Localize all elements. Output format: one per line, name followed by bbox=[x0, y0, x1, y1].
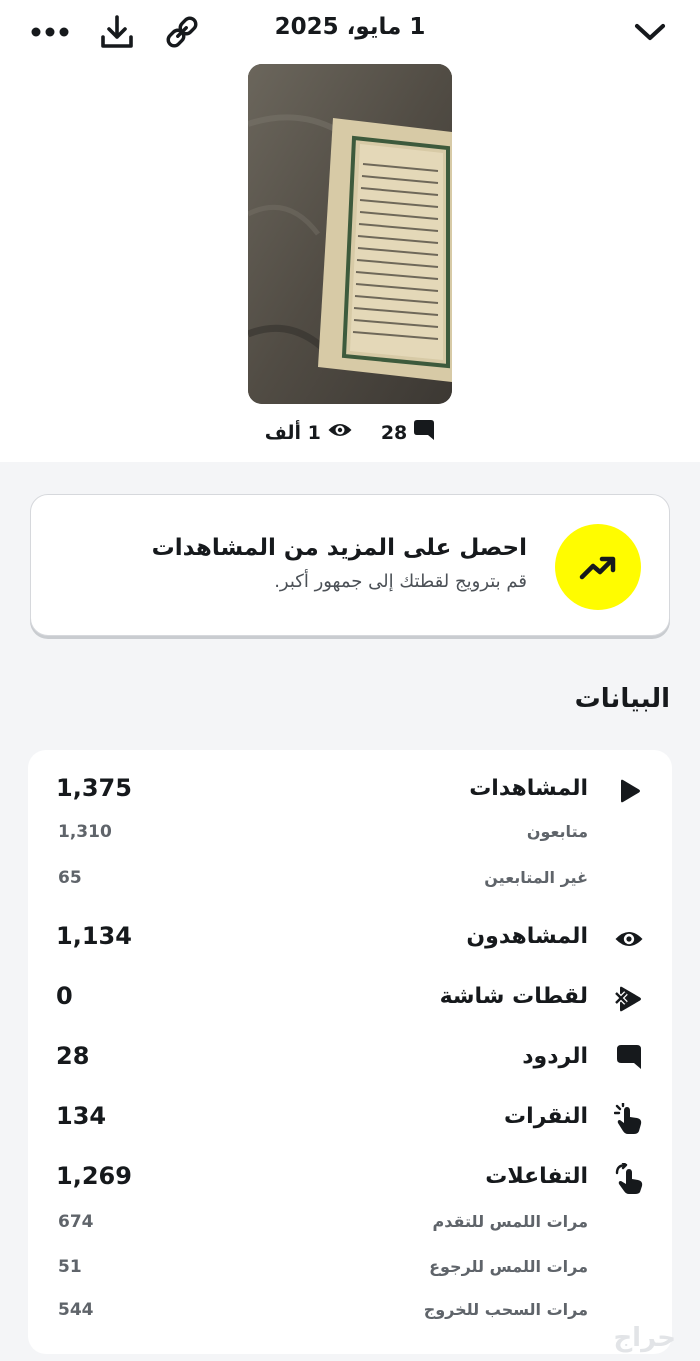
swipe-out-label: مرات السحب للخروج bbox=[423, 1300, 588, 1319]
views-stat: 1 ألف bbox=[265, 419, 353, 446]
interactions-label: التفاعلات bbox=[485, 1164, 588, 1189]
non-followers-label: غير المتابعين bbox=[484, 868, 588, 887]
views-value: 1,375 bbox=[56, 774, 132, 802]
followers-label: متابعون bbox=[526, 822, 588, 841]
snap-date: 1 مايو، 2025 bbox=[274, 14, 426, 40]
tap-forward-value: 674 bbox=[58, 1212, 94, 1232]
taps-value: 134 bbox=[56, 1102, 107, 1130]
tap-forward-label: مرات اللمس للتقدم bbox=[432, 1212, 588, 1231]
non-followers-value: 65 bbox=[58, 868, 82, 888]
tap-back-value: 51 bbox=[58, 1257, 82, 1277]
tap-back-label: مرات اللمس للرجوع bbox=[429, 1257, 588, 1276]
chevron-down-icon[interactable] bbox=[628, 10, 672, 54]
snap-thumbnail[interactable] bbox=[248, 64, 452, 404]
followers-value: 1,310 bbox=[58, 822, 112, 842]
views-count: 1 ألف bbox=[264, 421, 321, 444]
promote-title: احصل على المزيد من المشاهدات bbox=[151, 535, 527, 561]
eye-icon bbox=[614, 924, 644, 954]
chat-icon bbox=[413, 418, 435, 447]
interactions-value: 1,269 bbox=[56, 1162, 132, 1190]
play-icon bbox=[614, 776, 644, 806]
tap-hand-icon bbox=[614, 1103, 644, 1134]
screenshots-value: 0 bbox=[56, 982, 73, 1010]
screenshots-label: لقطات شاشة bbox=[439, 984, 588, 1009]
replies-count: 28 bbox=[380, 421, 408, 444]
views-label: المشاهدات bbox=[469, 776, 588, 801]
snap-header-area: 1 مايو، 2025 1 ألف 28 bbox=[0, 0, 700, 462]
trending-up-icon bbox=[555, 524, 641, 610]
promote-card[interactable]: احصل على المزيد من المشاهدات قم بترويج ل… bbox=[30, 494, 670, 636]
top-toolbar: 1 مايو، 2025 bbox=[0, 0, 700, 64]
swipe-hand-icon bbox=[614, 1163, 644, 1194]
screenshot-icon bbox=[614, 984, 644, 1014]
viewers-value: 1,134 bbox=[56, 922, 132, 950]
promote-subtitle: قم بترويج لقطتك إلى جمهور أكبر. bbox=[274, 571, 527, 592]
swipe-out-value: 544 bbox=[58, 1300, 94, 1320]
insights-card: المشاهدات 1,375 متابعون 1,310 غير المتاب… bbox=[28, 750, 672, 1354]
eye-icon bbox=[327, 419, 353, 446]
insights-heading: البيانات bbox=[574, 684, 670, 714]
replies-value: 28 bbox=[56, 1042, 90, 1070]
snap-stats: 1 ألف 28 bbox=[0, 418, 700, 447]
watermark: حراج bbox=[613, 1323, 676, 1353]
viewers-label: المشاهدون bbox=[466, 924, 588, 949]
chat-icon bbox=[614, 1042, 644, 1072]
taps-label: النقرات bbox=[504, 1104, 588, 1129]
replies-stat: 28 bbox=[381, 418, 435, 447]
replies-label: الردود bbox=[522, 1044, 588, 1069]
